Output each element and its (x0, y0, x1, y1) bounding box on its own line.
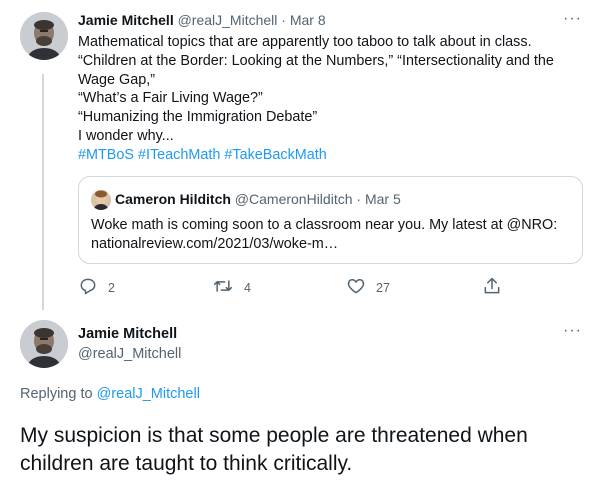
tweet-text-line: “Children at the Border: Looking at the … (78, 52, 554, 69)
hashtag-link[interactable]: #MTBoS (78, 147, 134, 163)
hashtag-link[interactable]: #ITeachMath (138, 147, 220, 163)
like-button[interactable]: 27 (346, 276, 390, 299)
share-icon (482, 276, 512, 299)
tweet-text-line: “What’s a Fair Living Wage?” (78, 90, 263, 107)
retweet-count: 4 (244, 280, 251, 295)
retweet-button[interactable]: 4 (212, 276, 251, 299)
tweet-text: Mathematical topics that are apparently … (78, 33, 588, 165)
quote-header: Cameron Hilditch @CameronHilditch · Mar … (115, 191, 401, 207)
quote-author-handle[interactable]: @CameronHilditch (235, 191, 353, 207)
replying-to: Replying to @realJ_Mitchell (20, 386, 200, 402)
quote-text: Woke math is coming soon to a classroom … (91, 216, 557, 254)
quote-author-name[interactable]: Cameron Hilditch (115, 191, 231, 207)
heart-icon (346, 276, 376, 299)
separator-dot: · (356, 191, 362, 207)
quote-link[interactable]: nationalreview.com/2021/03/woke-m… (91, 235, 557, 254)
more-options-icon[interactable]: ··· (563, 322, 582, 340)
quote-avatar[interactable] (91, 190, 111, 210)
tweet-text-line: I wonder why... (78, 127, 174, 144)
avatar[interactable] (20, 320, 68, 368)
reply-count: 2 (108, 280, 115, 295)
tweet-header: Jamie Mitchell @realJ_Mitchell · Mar 8 (78, 12, 326, 28)
avatar[interactable] (20, 12, 68, 60)
tweet-text-line: Mathematical topics that are apparently … (78, 34, 532, 50)
replying-prefix: Replying to (20, 386, 93, 402)
tweet-text-line: Wage Gap,” (78, 71, 156, 88)
author-handle[interactable]: @realJ_Mitchell (178, 12, 278, 28)
author-name[interactable]: Jamie Mitchell (78, 326, 177, 342)
more-options-icon[interactable]: ··· (563, 10, 582, 28)
tweet-text: My suspicion is that some people are thr… (20, 424, 528, 475)
quote-date[interactable]: Mar 5 (365, 191, 401, 207)
tweet-text-line: “Humanizing the Immigration Debate” (78, 109, 318, 126)
author-name[interactable]: Jamie Mitchell (78, 12, 174, 28)
quoted-tweet-card[interactable]: Cameron Hilditch @CameronHilditch · Mar … (78, 176, 583, 264)
like-count: 27 (376, 280, 390, 295)
quote-text-line: Woke math is coming soon to a classroom … (91, 217, 558, 233)
share-button[interactable] (482, 276, 512, 299)
tweet-date[interactable]: Mar 8 (290, 12, 326, 28)
thread-connector-line (42, 74, 44, 310)
retweet-icon (212, 276, 244, 299)
reply-icon (78, 276, 108, 299)
hashtag-list: #MTBoS #ITeachMath #TakeBackMath (78, 146, 588, 165)
reply-button[interactable]: 2 (78, 276, 115, 299)
separator-dot: · (281, 12, 286, 28)
hashtag-link[interactable]: #TakeBackMath (224, 147, 326, 163)
replying-to-link[interactable]: @realJ_Mitchell (97, 386, 200, 402)
author-handle[interactable]: @realJ_Mitchell (78, 346, 181, 362)
tweet-actions: 2 4 27 (78, 276, 518, 298)
